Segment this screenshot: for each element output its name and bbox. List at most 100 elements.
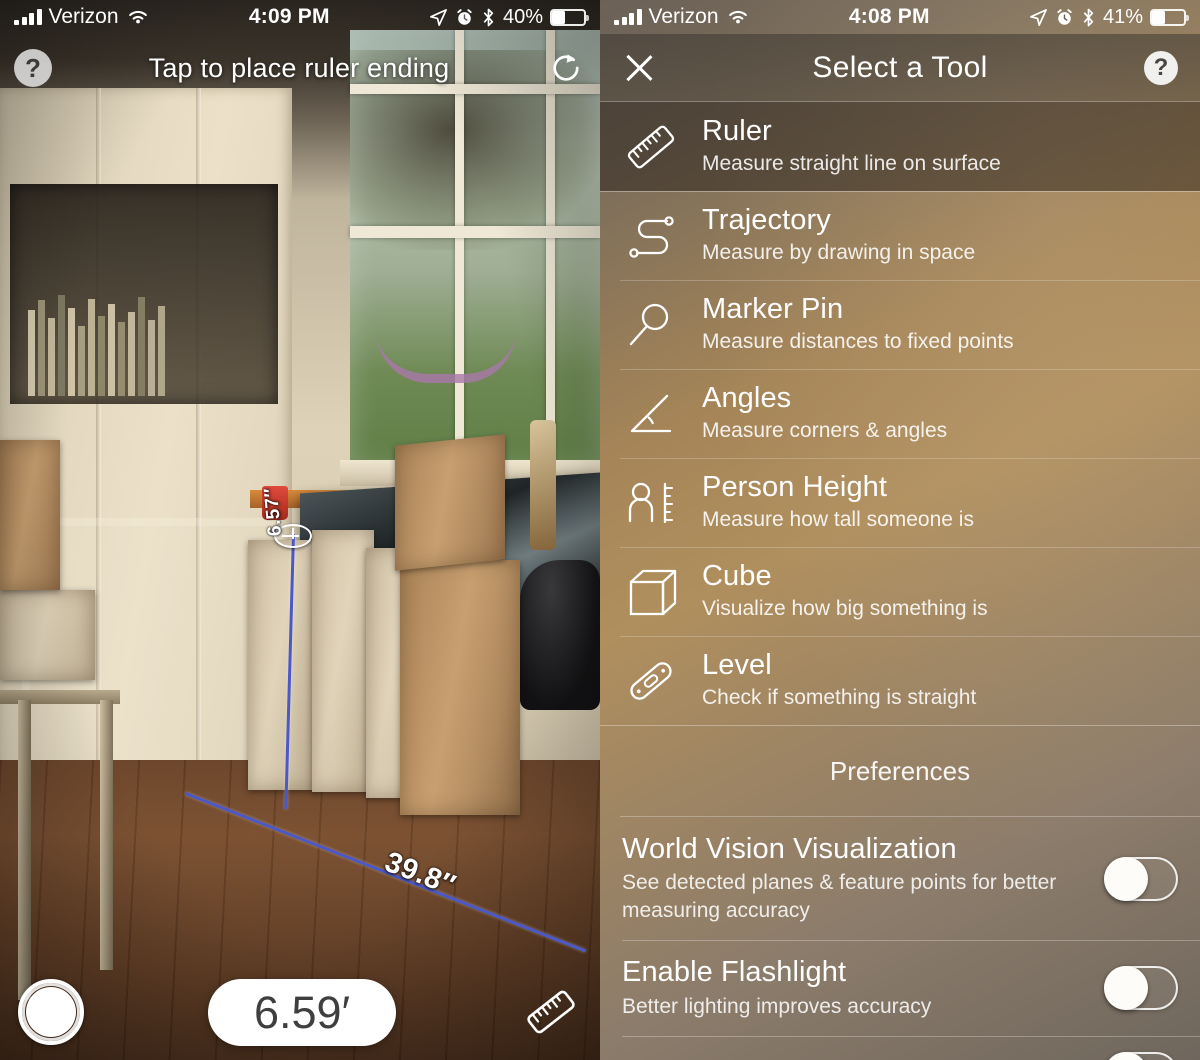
tool-title: Cube bbox=[702, 560, 772, 593]
tool-subtitle: Check if something is straight bbox=[702, 685, 977, 709]
status-bar-left: Verizon 4:09 PM 40% bbox=[0, 0, 600, 34]
pref-title: World Vision Visualization bbox=[622, 833, 957, 865]
cardboard-box bbox=[400, 560, 520, 815]
metric-units-toggle[interactable] bbox=[1104, 1051, 1178, 1060]
clock-label: 4:09 PM bbox=[248, 5, 330, 28]
bookshelf-books bbox=[28, 295, 165, 396]
cellular-signal-icon bbox=[614, 9, 642, 25]
measurement-readout[interactable]: 6.59′ bbox=[207, 978, 397, 1046]
status-left-group: Verizon bbox=[614, 5, 750, 29]
carrier-label: Verizon bbox=[648, 5, 719, 28]
tool-title: Level bbox=[702, 649, 772, 682]
cardboard-box bbox=[0, 440, 60, 590]
angles-icon bbox=[620, 386, 682, 442]
ruler-icon bbox=[620, 119, 682, 175]
toggle-knob bbox=[1104, 965, 1148, 1010]
world-vision-toggle[interactable] bbox=[1104, 856, 1178, 901]
wifi-icon bbox=[726, 8, 750, 26]
wifi-icon bbox=[126, 8, 150, 26]
cardboard-box bbox=[395, 434, 505, 571]
tool-select-panel: Verizon 4:08 PM 41% Select a Tool ? Rule… bbox=[600, 0, 1200, 1060]
menu-header: Select a Tool ? bbox=[600, 34, 1200, 102]
cellular-signal-icon bbox=[14, 9, 42, 25]
cardboard-box bbox=[248, 540, 316, 790]
pref-subtitle: See detected planes & feature points for… bbox=[622, 871, 1057, 922]
tool-item-marker-pin[interactable]: Marker Pin Measure distances to fixed po… bbox=[600, 280, 1200, 369]
tool-list: Ruler Measure straight line on surface T… bbox=[600, 102, 1200, 1060]
pref-subtitle: Better lighting improves accuracy bbox=[622, 994, 932, 1018]
ar-vertical-label: 6.57″ bbox=[260, 486, 286, 537]
tool-subtitle: Measure straight line on surface bbox=[702, 151, 1001, 175]
tool-text: Level Check if something is straight bbox=[702, 649, 977, 711]
preference-enable-flashlight[interactable]: Enable Flashlight Better lighting improv… bbox=[600, 940, 1200, 1036]
pref-title: Enable Flashlight bbox=[622, 956, 847, 989]
marker-pin-icon bbox=[620, 297, 682, 353]
alarm-clock-icon bbox=[455, 8, 474, 27]
battery-icon bbox=[1150, 8, 1189, 26]
tool-text: Marker Pin Measure distances to fixed po… bbox=[702, 293, 1014, 355]
tool-text: Angles Measure corners & angles bbox=[702, 382, 948, 444]
tool-subtitle: Measure by drawing in space bbox=[702, 240, 976, 264]
toggle-knob bbox=[1104, 1051, 1148, 1060]
help-button[interactable]: ? bbox=[14, 49, 52, 87]
close-x-icon[interactable] bbox=[622, 51, 656, 85]
table-leg bbox=[100, 700, 113, 970]
carrier-label: Verizon bbox=[48, 5, 119, 28]
cardboard-box bbox=[312, 530, 374, 792]
tool-text: Ruler Measure straight line on surface bbox=[702, 115, 1001, 177]
tool-item-person-height[interactable]: Person Height Measure how tall someone i… bbox=[600, 458, 1200, 547]
battery-percent-label: 41% bbox=[1102, 5, 1143, 28]
battery-icon bbox=[550, 8, 589, 26]
redo-refresh-icon[interactable] bbox=[546, 48, 586, 88]
flashlight-toggle[interactable] bbox=[1104, 965, 1178, 1010]
tool-item-trajectory[interactable]: Trajectory Measure by drawing in space bbox=[600, 191, 1200, 280]
tool-title: Person Height bbox=[702, 471, 888, 504]
clock-label: 4:08 PM bbox=[848, 5, 930, 28]
tool-title: Marker Pin bbox=[702, 293, 844, 326]
hammock bbox=[376, 330, 516, 383]
tool-title: Angles bbox=[702, 382, 792, 415]
person-height-icon bbox=[620, 475, 682, 531]
ar-top-bar: ? Tap to place ruler ending bbox=[0, 34, 600, 102]
toggle-knob bbox=[1104, 856, 1148, 901]
bluetooth-icon bbox=[1081, 8, 1096, 27]
help-button[interactable]: ? bbox=[1144, 50, 1178, 85]
status-bar-right: Verizon 4:08 PM 41% bbox=[600, 0, 1200, 34]
tool-item-level[interactable]: Level Check if something is straight bbox=[600, 636, 1200, 725]
location-arrow-icon bbox=[429, 8, 448, 27]
tool-subtitle: Measure corners & angles bbox=[702, 418, 948, 442]
preference-metric-units[interactable]: Metric Units bbox=[600, 1035, 1200, 1060]
capture-shutter-icon[interactable] bbox=[18, 979, 84, 1045]
preference-world-vision-visualization[interactable]: World Vision Visualization See detected … bbox=[600, 817, 1200, 940]
cube-icon bbox=[620, 564, 682, 620]
table-leg bbox=[18, 700, 31, 1000]
tool-title: Ruler bbox=[702, 115, 772, 148]
tool-subtitle: Measure distances to fixed points bbox=[702, 329, 1014, 353]
ar-bottom-bar: 6.59′ bbox=[0, 964, 600, 1060]
level-icon bbox=[620, 653, 682, 709]
screenshot-root: 6.57″ 39.8″ Verizon 4:09 PM 40% ? Tap to… bbox=[0, 0, 1200, 1060]
status-left-group: Verizon bbox=[14, 5, 150, 29]
tool-item-angles[interactable]: Angles Measure corners & angles bbox=[600, 369, 1200, 458]
ar-instruction-label: Tap to place ruler ending bbox=[148, 52, 450, 83]
tool-subtitle: Visualize how big something is bbox=[702, 596, 988, 620]
pref-text: Enable Flashlight Better lighting improv… bbox=[622, 956, 1104, 1020]
bluetooth-icon bbox=[481, 8, 496, 27]
tool-item-ruler[interactable]: Ruler Measure straight line on surface bbox=[600, 102, 1200, 191]
tool-text: Person Height Measure how tall someone i… bbox=[702, 471, 974, 533]
status-right-group: 41% bbox=[1029, 5, 1189, 29]
ar-camera-panel: 6.57″ 39.8″ Verizon 4:09 PM 40% ? Tap to… bbox=[0, 0, 600, 1060]
pref-text: World Vision Visualization See detected … bbox=[622, 833, 1104, 924]
guitar-headstock bbox=[530, 420, 556, 550]
ruler-icon[interactable] bbox=[520, 981, 582, 1043]
tool-item-cube[interactable]: Cube Visualize how big something is bbox=[600, 547, 1200, 636]
cardboard-box bbox=[0, 590, 95, 680]
location-arrow-icon bbox=[1029, 8, 1048, 27]
tool-title: Trajectory bbox=[702, 204, 831, 237]
tool-text: Trajectory Measure by drawing in space bbox=[702, 204, 976, 266]
preferences-section-header: Preferences bbox=[600, 725, 1200, 817]
cabinet-glass-shelf bbox=[10, 184, 278, 404]
office-chair bbox=[520, 560, 600, 710]
tool-subtitle: Measure how tall someone is bbox=[702, 507, 974, 531]
tool-text: Cube Visualize how big something is bbox=[702, 560, 988, 622]
